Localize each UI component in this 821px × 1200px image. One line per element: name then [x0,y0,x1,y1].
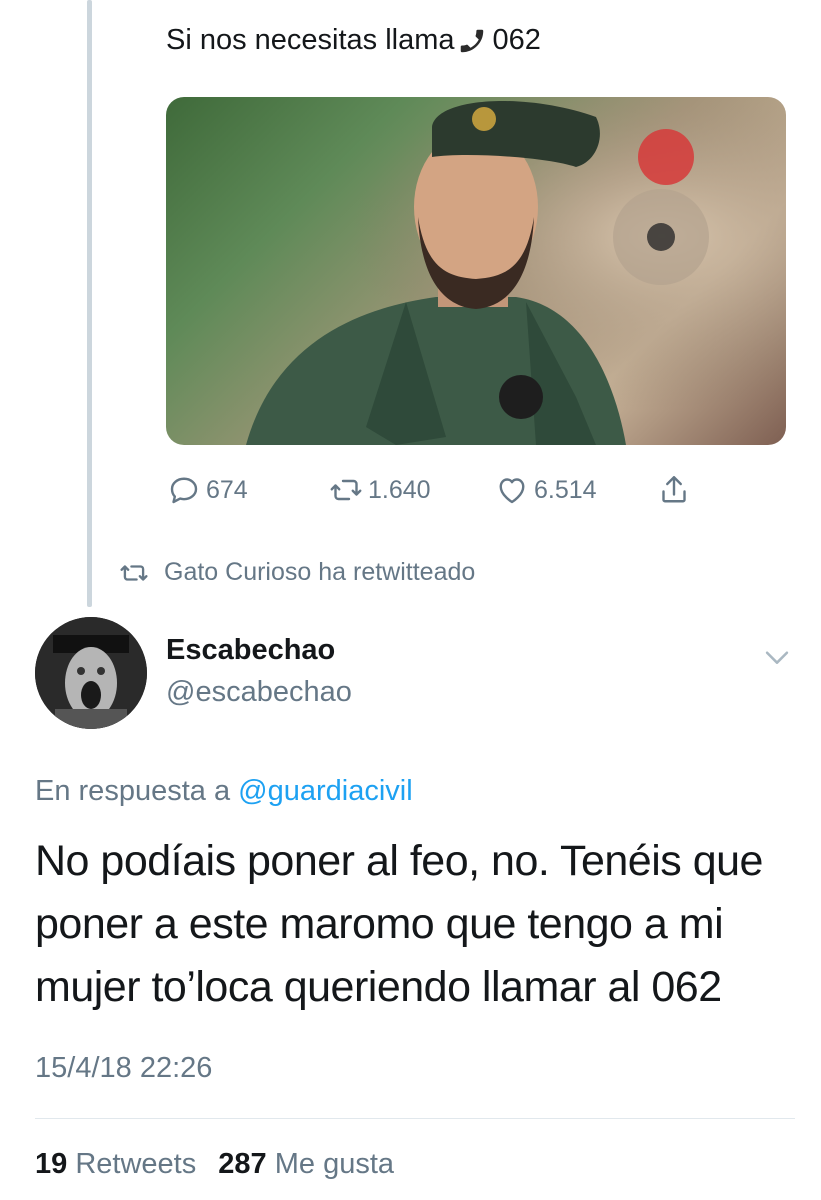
author-handle[interactable]: @escabechao [166,676,352,709]
likes-stat[interactable]: 287 Me gusta [218,1148,394,1180]
phone-receiver-icon [460,29,483,52]
previous-tweet-text-end: 062 [492,24,541,56]
reply-icon [170,477,198,504]
retweets-stat[interactable]: 19 Retweets [35,1148,196,1180]
reply-button[interactable]: 674 [166,472,248,508]
chevron-down-icon[interactable] [760,640,794,674]
like-count: 6.514 [534,475,597,504]
share-button[interactable] [656,472,696,508]
avatar-image-icon [35,617,147,729]
retweet-context: Gato Curioso ha retwitteado [118,558,475,587]
retweet-icon [120,564,148,581]
reply-count: 674 [206,475,248,504]
author-name[interactable]: Escabechao [166,634,335,667]
share-icon [662,476,686,503]
guardia-civil-photo-icon [166,97,786,445]
retweets-count: 19 [35,1148,68,1180]
previous-tweet-actions: 674 1.640 6.514 [166,472,726,512]
like-button[interactable]: 6.514 [494,472,597,508]
previous-tweet-text-start: Si nos necesitas llama [166,24,455,56]
avatar[interactable] [35,617,147,729]
retweet-context-text[interactable]: Gato Curioso ha retwitteado [164,558,475,587]
tweet-timestamp[interactable]: 15/4/18 22:26 [35,1052,212,1085]
likes-count: 287 [218,1148,267,1180]
previous-tweet-text: Si nos necesitas llama 062 [166,24,541,57]
reply-context: En respuesta a @guardiacivil [35,775,413,808]
retweet-count: 1.640 [368,475,431,504]
tweet-text: No podíais poner al feo, no. Tenéis que … [35,837,763,1011]
retweets-label: Retweets [75,1148,197,1180]
tweet-stats: 19 Retweets 287 Me gusta [35,1148,408,1181]
reply-prefix: En respuesta a [35,775,239,807]
tweet-photo[interactable] [166,97,786,445]
heart-icon [499,478,525,504]
divider [35,1118,795,1119]
reply-handle-link[interactable]: @guardiacivil [238,775,413,807]
likes-label: Me gusta [274,1148,395,1180]
retweet-button[interactable]: 1.640 [328,472,431,508]
retweet-icon [330,479,362,501]
thread-line [87,0,92,607]
